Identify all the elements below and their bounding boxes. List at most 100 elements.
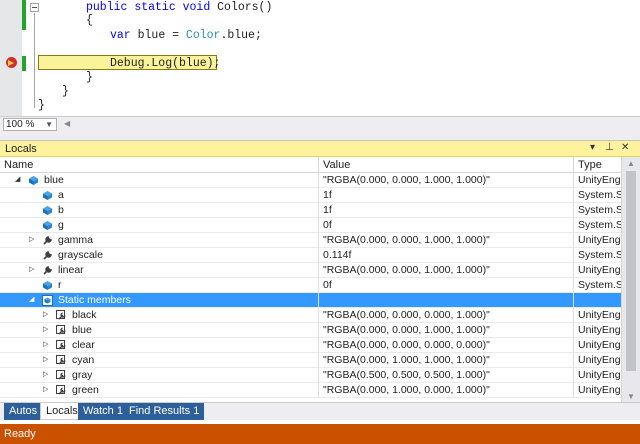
expand-arrow-icon[interactable]: ▷ — [29, 266, 37, 274]
tab-autos[interactable]: Autos — [4, 403, 43, 420]
field-icon — [42, 220, 53, 231]
table-row[interactable]: ◢ blue "RGBA(0.000, 0.000, 1.000, 1.000)" U… — [0, 173, 621, 188]
cell-value[interactable]: "RGBA(0.000, 1.000, 1.000, 1.000)" — [319, 353, 574, 368]
column-name[interactable]: Name — [0, 157, 319, 173]
cell-value[interactable]: "RGBA(0.000, 0.000, 1.000, 1.000)" — [319, 323, 574, 338]
collapse-icon[interactable] — [30, 3, 39, 12]
collapse-arrow-icon[interactable]: ◢ — [15, 176, 23, 184]
expand-arrow-icon[interactable]: ▷ — [43, 341, 51, 349]
cell-value[interactable]: "RGBA(0.500, 0.500, 0.500, 1.000)" — [319, 368, 574, 383]
code-line[interactable]: var blue = Color.blue; — [110, 28, 262, 43]
keyword-token: static — [134, 1, 183, 14]
cell-name: ▷ linear — [0, 263, 319, 278]
expand-arrow-icon[interactable]: ▷ — [43, 386, 51, 394]
cell-value[interactable] — [319, 293, 574, 308]
outline-guide — [34, 13, 35, 108]
scroll-up-icon[interactable]: ▲ — [627, 159, 635, 168]
collapse-arrow-icon[interactable]: ◢ — [29, 296, 37, 304]
code-token: Colors() — [217, 1, 273, 14]
table-row[interactable]: ▷ cyan "RGBA(0.000, 1.000, 1.000, 1.000)" U… — [0, 353, 621, 368]
cell-type: UnityEng — [578, 234, 621, 246]
table-row[interactable]: ◢ Static members — [0, 293, 621, 308]
table-row[interactable]: ▷ green "RGBA(0.000, 1.000, 0.000, 1.000)"… — [0, 383, 621, 398]
expand-arrow-icon[interactable]: ▷ — [43, 311, 51, 319]
cell-name: ▷ black — [0, 308, 319, 323]
tab-watch-1[interactable]: Watch 1 — [78, 403, 128, 420]
cell-value[interactable]: 0.114f — [319, 248, 574, 263]
current-statement-line[interactable]: Debug.Log(blue); — [110, 56, 220, 71]
scroll-thumb[interactable] — [626, 171, 636, 371]
cell-value[interactable]: "RGBA(0.000, 0.000, 0.000, 0.000)" — [319, 338, 574, 353]
column-type[interactable]: Type — [574, 157, 621, 173]
expand-arrow-icon[interactable]: ▷ — [43, 356, 51, 364]
cell-type: System.S — [578, 249, 621, 261]
table-row[interactable]: b 1f System.S — [0, 203, 621, 218]
table-row[interactable]: ▷ clear "RGBA(0.000, 0.000, 0.000, 0.000)"… — [0, 338, 621, 353]
cell-name: grayscale — [0, 248, 319, 263]
variable-name: b — [58, 204, 64, 216]
table-row[interactable]: a 1f System.S — [0, 188, 621, 203]
table-row[interactable]: ▷ black "RGBA(0.000, 0.000, 0.000, 1.000)"… — [0, 308, 621, 323]
static-property-icon — [56, 370, 67, 381]
table-row[interactable]: grayscale 0.114f System.S — [0, 248, 621, 263]
variable-name: linear — [58, 264, 84, 276]
expand-arrow-icon[interactable]: ▷ — [43, 371, 51, 379]
cell-type: UnityEng — [578, 324, 621, 336]
code-line[interactable]: public static void Colors() — [86, 0, 272, 15]
cell-type: UnityEng — [578, 174, 621, 186]
cell-value[interactable]: "RGBA(0.000, 0.000, 1.000, 1.000)" — [319, 233, 574, 248]
zoom-select[interactable]: 100 % ▼ — [3, 118, 57, 131]
code-token: .blue; — [220, 29, 262, 42]
cell-type: UnityEng — [578, 339, 621, 351]
scroll-left-icon[interactable]: ◀ — [64, 119, 70, 128]
cell-name: ▷ clear — [0, 338, 319, 353]
pin-icon[interactable]: ⊥ — [605, 142, 614, 153]
cell-name: ◢ blue — [0, 173, 319, 188]
cell-name: ▷ cyan — [0, 353, 319, 368]
close-icon[interactable]: ✕ — [621, 142, 629, 153]
cell-value[interactable]: 0f — [319, 218, 574, 233]
scroll-down-icon[interactable]: ▼ — [627, 392, 635, 401]
cell-value[interactable]: 1f — [319, 188, 574, 203]
cell-value[interactable]: "RGBA(0.000, 0.000, 1.000, 1.000)" — [319, 263, 574, 278]
cell-value[interactable]: "RGBA(0.000, 1.000, 0.000, 1.000)" — [319, 383, 574, 398]
cell-value[interactable]: 0f — [319, 278, 574, 293]
chevron-down-icon[interactable]: ▼ — [45, 119, 53, 130]
breakpoint-current-icon[interactable] — [6, 57, 17, 68]
table-row[interactable]: g 0f System.S — [0, 218, 621, 233]
column-value[interactable]: Value — [319, 157, 574, 173]
vertical-scrollbar[interactable]: ▲ ▼ — [621, 157, 640, 403]
code-editor[interactable]: public static void Colors(){ var blue = C… — [0, 0, 640, 116]
code-line[interactable]: } — [62, 84, 69, 99]
code-line[interactable]: } — [86, 70, 93, 85]
code-line[interactable]: { — [86, 13, 93, 28]
expand-arrow-icon[interactable]: ▷ — [43, 326, 51, 334]
table-row[interactable]: r 0f System.S — [0, 278, 621, 293]
cell-name: ▷ gray — [0, 368, 319, 383]
property-icon — [42, 265, 53, 276]
table-row[interactable]: ▷ gray "RGBA(0.500, 0.500, 0.500, 1.000)" U… — [0, 368, 621, 383]
expand-arrow-icon[interactable]: ▷ — [29, 236, 37, 244]
static-property-icon — [56, 340, 67, 351]
cell-value[interactable]: 1f — [319, 203, 574, 218]
table-row[interactable]: ▷ linear "RGBA(0.000, 0.000, 1.000, 1.000)… — [0, 263, 621, 278]
cell-type: UnityEng — [578, 369, 621, 381]
change-indicator — [22, 56, 26, 71]
static-property-icon — [56, 355, 67, 366]
table-row[interactable]: ▷ blue "RGBA(0.000, 0.000, 1.000, 1.000)" U… — [0, 323, 621, 338]
table-row[interactable]: ▷ gamma "RGBA(0.000, 0.000, 1.000, 1.000)"… — [0, 233, 621, 248]
splitter[interactable] — [0, 132, 640, 140]
code-line[interactable]: } — [38, 98, 45, 113]
dropdown-icon[interactable]: ▾ — [590, 142, 595, 153]
static-property-icon — [56, 310, 67, 321]
cell-value[interactable]: "RGBA(0.000, 0.000, 0.000, 1.000)" — [319, 308, 574, 323]
locals-panel: Locals ▾ ⊥ ✕ Name Value Type ◢ blue "RGBA(… — [0, 140, 640, 403]
cell-type: System.S — [578, 279, 621, 291]
panel-title-bar[interactable]: Locals ▾ ⊥ ✕ — [0, 141, 640, 157]
cell-value[interactable]: "RGBA(0.000, 0.000, 1.000, 1.000)" — [319, 173, 574, 188]
field-icon — [42, 190, 53, 201]
variable-name: black — [72, 309, 97, 321]
field-icon — [42, 280, 53, 291]
tab-find-results-1[interactable]: Find Results 1 — [124, 403, 205, 420]
cell-name: ▷ gamma — [0, 233, 319, 248]
